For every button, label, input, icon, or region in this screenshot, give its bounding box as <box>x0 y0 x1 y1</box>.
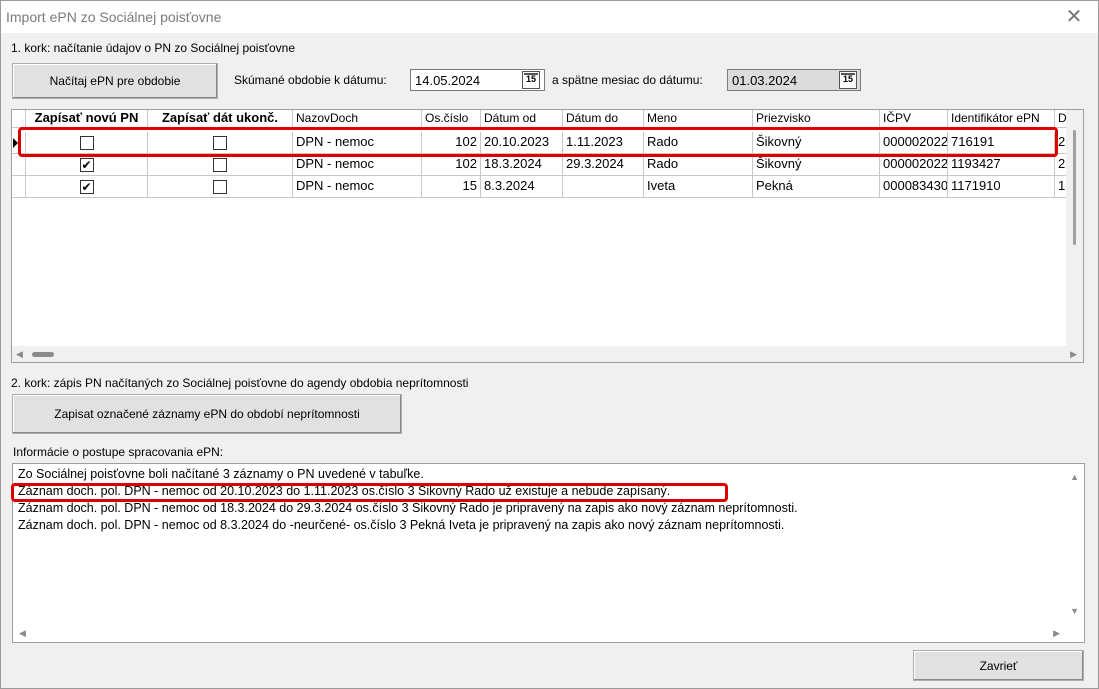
table-row[interactable]: DPN - nemoc 102 20.10.2023 1.11.2023 Rad… <box>12 132 1083 154</box>
cell-od[interactable]: 8.3.2024 <box>481 176 563 198</box>
cell-icpv[interactable]: 000083430 <box>880 176 948 198</box>
end-date-checkbox[interactable] <box>213 179 227 194</box>
col-id[interactable]: Identifikátor ePN <box>948 110 1055 128</box>
cell-id[interactable]: 1171910 <box>948 176 1055 198</box>
cell-icpv[interactable]: 000002022 <box>880 154 948 176</box>
cell-priezvisko[interactable]: Pekná <box>753 176 880 198</box>
grid-hscroll-thumb[interactable] <box>32 352 54 357</box>
end-date-checkbox[interactable] <box>213 135 227 150</box>
col-priezvisko[interactable]: Priezvisko <box>753 110 880 128</box>
row-selector[interactable] <box>12 132 26 154</box>
import-epn-window: Import ePN zo Sociálnej poisťovne ✕ 1. k… <box>0 0 1099 689</box>
log-scroll-right-icon[interactable]: ▶ <box>1053 628 1060 638</box>
cell-do[interactable]: 1.11.2023 <box>563 132 644 154</box>
cell-doch[interactable]: DPN - nemoc <box>293 176 422 198</box>
grid-header: Zapísať novú PN Zapísať dát ukonč. Nazov… <box>12 110 1083 128</box>
scroll-up-icon[interactable]: ▲ <box>1070 472 1079 482</box>
cell-priezvisko[interactable]: Šikovný <box>753 132 880 154</box>
scroll-down-icon[interactable]: ▼ <box>1070 606 1079 616</box>
cell-do[interactable]: 29.3.2024 <box>563 154 644 176</box>
end-date-checkbox[interactable] <box>213 157 227 172</box>
scroll-left-icon[interactable]: ◀ <box>16 349 23 359</box>
col-meno[interactable]: Meno <box>644 110 753 128</box>
cell-os[interactable]: 102 <box>422 154 481 176</box>
cell-meno[interactable]: Rado <box>644 154 753 176</box>
log-line: Zo Sociálnej poisťovne boli načítané 3 z… <box>18 467 424 481</box>
cell-os[interactable]: 102 <box>422 132 481 154</box>
date-value: 14.05.2024 <box>415 73 481 88</box>
col-do[interactable]: Dátum do <box>563 110 644 128</box>
cell-od[interactable]: 18.3.2024 <box>481 154 563 176</box>
cell-os[interactable]: 15 <box>422 176 481 198</box>
grid-vertical-scrollbar[interactable] <box>1066 110 1083 362</box>
col-icpv[interactable]: IČPV <box>880 110 948 128</box>
epn-grid: Zapísať novú PN Zapísať dát ukonč. Nazov… <box>11 109 1084 363</box>
log-line: Záznam doch. pol. DPN - nemoc od 20.10.2… <box>18 484 671 498</box>
table-row[interactable]: ✔ DPN - nemoc 102 18.3.2024 29.3.2024 Ra… <box>12 154 1083 176</box>
step2-label: 2. kork: zápis PN načítaných zo Sociálne… <box>11 376 469 390</box>
date-label: Skúmané obdobie k dátumu: <box>234 73 387 87</box>
row-selector[interactable] <box>12 176 26 198</box>
info-log[interactable]: Zo Sociálnej poisťovne boli načítané 3 z… <box>12 463 1085 643</box>
close-button[interactable]: Zavrieť <box>913 650 1084 681</box>
cell-od[interactable]: 20.10.2023 <box>481 132 563 154</box>
current-row-icon <box>13 138 18 148</box>
row-header-corner <box>12 110 26 128</box>
calendar-icon-back[interactable]: 15 <box>839 71 857 89</box>
col-doch[interactable]: NazovDoch <box>293 110 422 128</box>
scroll-right-icon[interactable]: ▶ <box>1070 349 1077 359</box>
row-selector[interactable] <box>12 154 26 176</box>
new-pn-checkbox[interactable]: ✔ <box>79 157 94 172</box>
cell-meno[interactable]: Iveta <box>644 176 753 198</box>
cell-meno[interactable]: Rado <box>644 132 753 154</box>
cell-doch[interactable]: DPN - nemoc <box>293 154 422 176</box>
col-os[interactable]: Os.číslo <box>422 110 481 128</box>
cell-do[interactable] <box>563 176 644 198</box>
grid-horizontal-scrollbar[interactable]: ◀ ▶ <box>12 346 1083 362</box>
close-icon[interactable]: ✕ <box>1064 7 1084 27</box>
title-bar: Import ePN zo Sociálnej poisťovne ✕ <box>1 1 1098 33</box>
cell-id[interactable]: 1193427 <box>948 154 1055 176</box>
info-label: Informácie o postupe spracovania ePN: <box>13 445 224 459</box>
step1-label: 1. kork: načítanie údajov o PN zo Sociál… <box>11 41 295 55</box>
cell-priezvisko[interactable]: Šikovný <box>753 154 880 176</box>
col-new-pn[interactable]: Zapísať novú PN <box>26 110 148 128</box>
grid-vscroll-thumb[interactable] <box>1073 130 1076 245</box>
new-pn-checkbox[interactable]: ✔ <box>79 179 94 194</box>
cell-icpv[interactable]: 000002022 <box>880 132 948 154</box>
log-line: Záznam doch. pol. DPN - nemoc od 18.3.20… <box>18 501 798 515</box>
cell-id[interactable]: 716191 <box>948 132 1055 154</box>
back-date-label: a spätne mesiac do dátumu: <box>552 73 703 87</box>
col-end-date[interactable]: Zapísať dát ukonč. <box>148 110 293 128</box>
new-pn-checkbox[interactable] <box>79 135 94 150</box>
load-epn-button[interactable]: Načítaj ePN pre obdobie <box>12 63 218 99</box>
log-line: Záznam doch. pol. DPN - nemoc od 8.3.202… <box>18 518 785 532</box>
table-row[interactable]: ✔ DPN - nemoc 15 8.3.2024 Iveta Pekná 00… <box>12 176 1083 198</box>
back-date-value: 01.03.2024 <box>732 73 798 88</box>
window-title: Import ePN zo Sociálnej poisťovne <box>6 9 222 25</box>
calendar-icon[interactable]: 15 <box>522 71 540 89</box>
log-scroll-left-icon[interactable]: ◀ <box>19 628 26 638</box>
cell-doch[interactable]: DPN - nemoc <box>293 132 422 154</box>
col-od[interactable]: Dátum od <box>481 110 563 128</box>
write-epn-button[interactable]: Zapisat označené záznamy ePN do období n… <box>12 394 402 434</box>
